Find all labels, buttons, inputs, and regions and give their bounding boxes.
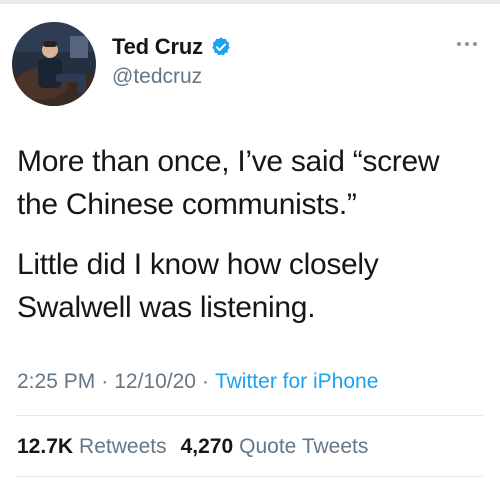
meta-separator: · bbox=[201, 370, 209, 393]
meta-separator: · bbox=[101, 370, 109, 393]
more-dot bbox=[457, 42, 461, 46]
retweets-count: 12.7K bbox=[17, 435, 74, 458]
avatar[interactable] bbox=[12, 22, 96, 106]
quote-tweets-stat[interactable]: 4,270 Quote Tweets bbox=[181, 435, 369, 459]
tweet-text: More than once, I’ve said “screw the Chi… bbox=[17, 140, 487, 346]
tweet-stats: 12.7K Retweets 4,270 Quote Tweets bbox=[17, 432, 368, 462]
author-name-row[interactable]: Ted Cruz bbox=[112, 33, 232, 61]
more-dot bbox=[473, 42, 477, 46]
tweet-meta: 2:25 PM · 12/10/20 · Twitter for iPhone bbox=[17, 367, 378, 397]
tweet-paragraph: More than once, I’ve said “screw the Chi… bbox=[17, 145, 440, 221]
author-handle[interactable]: @tedcruz bbox=[112, 65, 202, 89]
tweet-time[interactable]: 2:25 PM bbox=[17, 370, 95, 394]
stats-divider bbox=[17, 476, 483, 477]
more-dot bbox=[465, 42, 469, 46]
quote-tweets-label: Quote Tweets bbox=[239, 435, 369, 458]
more-horizontal-icon[interactable] bbox=[452, 36, 482, 52]
quote-tweets-count: 4,270 bbox=[180, 435, 234, 458]
tweet-date[interactable]: 12/10/20 bbox=[114, 370, 196, 394]
retweets-stat[interactable]: 12.7K Retweets bbox=[17, 435, 167, 459]
meta-divider bbox=[17, 415, 483, 416]
author-display-name[interactable]: Ted Cruz bbox=[112, 34, 203, 60]
avatar-image bbox=[12, 22, 96, 106]
tweet-source-link[interactable]: Twitter for iPhone bbox=[215, 370, 378, 394]
verified-badge-icon bbox=[212, 37, 230, 56]
top-divider bbox=[0, 0, 500, 4]
retweets-label: Retweets bbox=[79, 435, 167, 458]
tweet-paragraph: Little did I know how closely Swalwell w… bbox=[17, 248, 379, 324]
